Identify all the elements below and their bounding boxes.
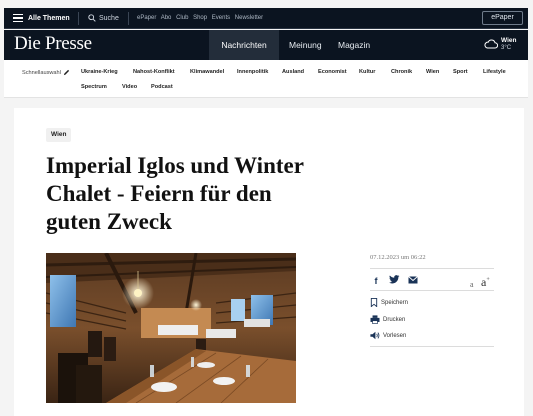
category-video[interactable]: Video bbox=[122, 84, 137, 90]
link-events[interactable]: Events bbox=[212, 15, 230, 21]
category-innenpolitik[interactable]: Innenpolitik bbox=[237, 69, 268, 75]
category-spectrum[interactable]: Spectrum bbox=[81, 84, 107, 90]
speaker-icon bbox=[370, 331, 380, 340]
nav-nachrichten[interactable]: Nachrichten bbox=[209, 30, 279, 60]
weather-temp: 3°C bbox=[501, 45, 512, 51]
hamburger-icon bbox=[13, 12, 23, 25]
link-club[interactable]: Club bbox=[176, 15, 188, 21]
print-label: Drucken bbox=[383, 317, 406, 324]
mail-icon bbox=[408, 276, 418, 284]
nav-meinung[interactable]: Meinung bbox=[289, 30, 322, 60]
search-label: Suche bbox=[99, 15, 119, 22]
divider bbox=[370, 346, 494, 347]
category-klimawandel[interactable]: Klimawandel bbox=[190, 69, 224, 75]
divider bbox=[128, 12, 129, 25]
all-topics-menu-button[interactable]: Alle Themen bbox=[13, 8, 70, 29]
article-photo bbox=[46, 253, 296, 403]
all-topics-label: Alle Themen bbox=[28, 15, 70, 22]
site-logo[interactable]: Die Presse bbox=[14, 33, 92, 55]
link-newsletter[interactable]: Newsletter bbox=[235, 15, 263, 21]
search-icon bbox=[88, 14, 96, 22]
save-button[interactable]: Speichern bbox=[370, 298, 408, 308]
category-economist[interactable]: Economist bbox=[318, 69, 347, 75]
divider bbox=[78, 12, 79, 25]
link-abo[interactable]: Abo bbox=[161, 15, 172, 21]
category-sport[interactable]: Sport bbox=[453, 69, 468, 75]
category-lifestyle[interactable]: Lifestyle bbox=[483, 69, 506, 75]
twitter-icon bbox=[388, 275, 399, 284]
font-size-decrease[interactable]: a bbox=[470, 280, 474, 289]
main-header: Die Presse Nachrichten Meinung Magazin W… bbox=[4, 30, 528, 60]
cloud-icon bbox=[484, 39, 498, 49]
twitter-share-button[interactable] bbox=[388, 275, 400, 287]
email-share-button[interactable] bbox=[407, 275, 419, 287]
quick-select-label: Schnellauswahl bbox=[22, 69, 61, 76]
facebook-share-button[interactable]: f bbox=[370, 275, 382, 287]
bookmark-icon bbox=[370, 298, 378, 308]
category-chronik[interactable]: Chronik bbox=[391, 69, 412, 75]
read-aloud-label: Vorlesen bbox=[383, 333, 407, 340]
link-epaper[interactable]: ePaper bbox=[137, 15, 156, 21]
article-headline: Imperial Iglos und Winter Chalet - Feier… bbox=[46, 153, 304, 234]
divider bbox=[370, 268, 494, 269]
save-label: Speichern bbox=[381, 300, 409, 307]
divider bbox=[370, 290, 494, 291]
read-aloud-button[interactable]: Vorlesen bbox=[370, 331, 406, 341]
search-button[interactable]: Suche bbox=[88, 8, 119, 29]
pencil-icon bbox=[64, 69, 70, 76]
quick-select-button[interactable]: Schnellauswahl bbox=[22, 69, 70, 76]
link-shop[interactable]: Shop bbox=[193, 15, 207, 21]
category-ukraine-krieg[interactable]: Ukraine-Krieg bbox=[81, 69, 118, 75]
category-kultur[interactable]: Kultur bbox=[359, 69, 375, 75]
article-date: 07.12.2023 um 06:22 bbox=[370, 254, 426, 261]
service-links: ePaper Abo Club Shop Events Newsletter bbox=[137, 8, 266, 29]
weather-widget[interactable]: Wien 3°C bbox=[484, 36, 522, 54]
print-button[interactable]: Drucken bbox=[370, 315, 405, 325]
top-bar: Alle Themen Suche ePaper Abo Club Shop E… bbox=[4, 8, 528, 29]
facebook-icon: f bbox=[374, 276, 378, 286]
category-bar: Schnellauswahl Ukraine-Krieg Nahost-Konf… bbox=[4, 60, 528, 98]
printer-icon bbox=[370, 315, 380, 324]
plus-icon: + bbox=[486, 277, 490, 283]
category-nahost-konflikt[interactable]: Nahost-Konflikt bbox=[133, 69, 175, 75]
article-card: Wien Imperial Iglos und Winter Chalet - … bbox=[14, 108, 524, 416]
category-podcast[interactable]: Podcast bbox=[151, 84, 173, 90]
page: Alle Themen Suche ePaper Abo Club Shop E… bbox=[0, 0, 533, 416]
category-wien[interactable]: Wien bbox=[426, 69, 439, 75]
font-size-increase[interactable]: a+ bbox=[481, 275, 490, 290]
nav-magazin[interactable]: Magazin bbox=[338, 30, 370, 60]
article-section-tag[interactable]: Wien bbox=[46, 128, 72, 142]
weather-city: Wien bbox=[501, 37, 517, 44]
category-ausland[interactable]: Ausland bbox=[282, 69, 304, 75]
epaper-button[interactable]: ePaper bbox=[482, 11, 523, 25]
chalet-interior-image bbox=[46, 253, 296, 403]
